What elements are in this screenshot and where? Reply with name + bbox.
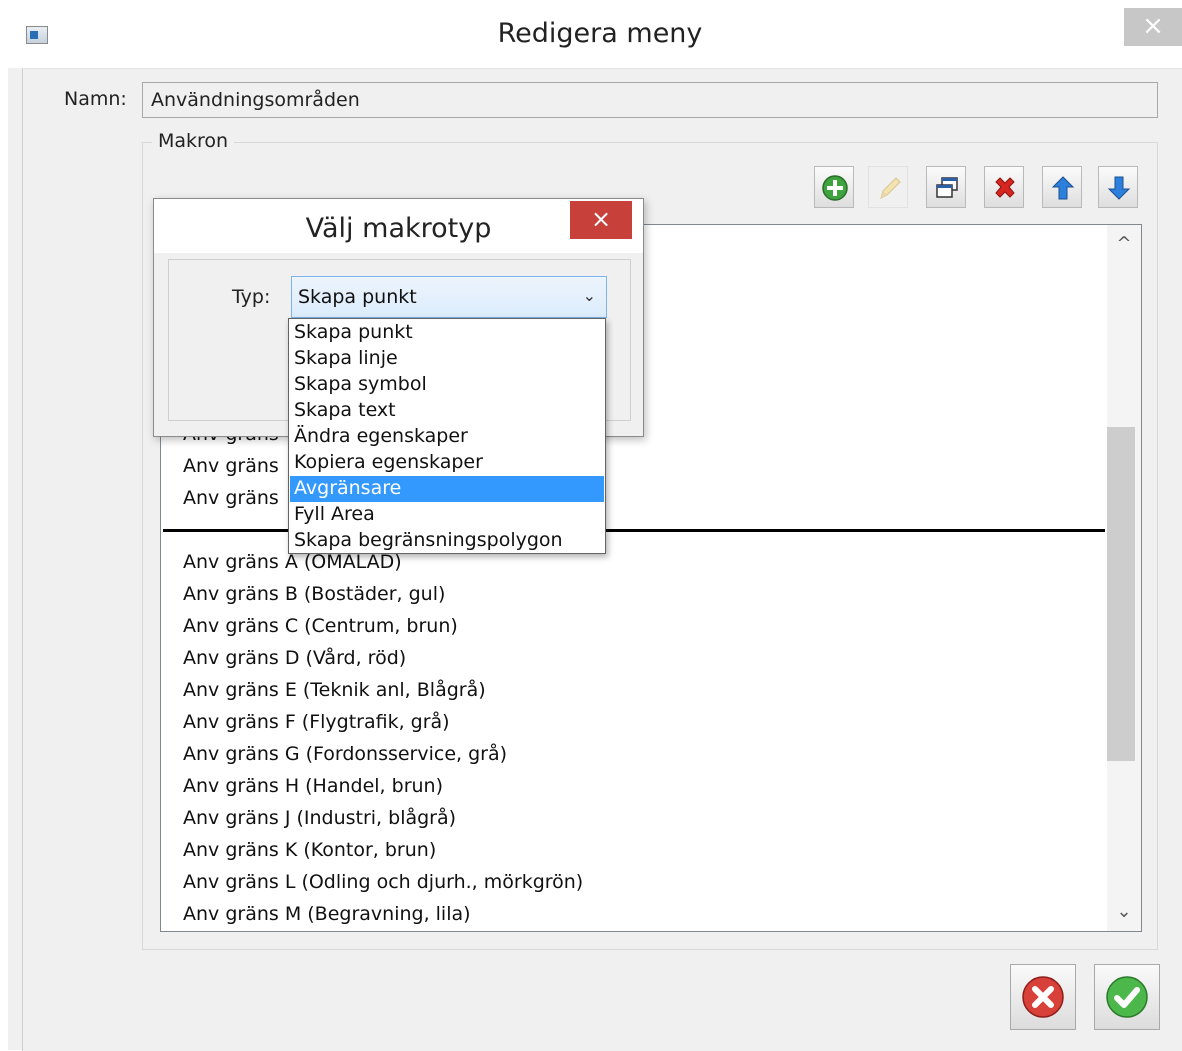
duplicate-window-icon bbox=[936, 177, 958, 198]
list-scrollbar[interactable]: ^ ⌄ bbox=[1107, 225, 1141, 931]
list-item[interactable]: Anv gräns bbox=[183, 455, 279, 477]
name-input[interactable]: Användningsområden bbox=[142, 82, 1158, 118]
dropdown-option[interactable]: Skapa text bbox=[290, 398, 604, 424]
move-up-arrow-icon bbox=[1051, 176, 1075, 200]
type-dropdown-list[interactable]: Skapa punkt Skapa linje Skapa symbol Ska… bbox=[288, 318, 606, 554]
delete-x-icon bbox=[995, 177, 1015, 198]
list-item[interactable]: Anv gräns K (Kontor, brun) bbox=[183, 839, 436, 861]
list-item[interactable]: Anv gräns L (Odling och djurh., mörkgrön… bbox=[183, 871, 583, 893]
dialog-titlebar: Välj makrotyp × bbox=[154, 199, 643, 253]
list-item[interactable]: Anv gräns G (Fordonsservice, grå) bbox=[183, 743, 507, 765]
name-label: Namn: bbox=[64, 88, 127, 110]
move-down-arrow-icon bbox=[1107, 176, 1131, 200]
window-close-button[interactable]: × bbox=[1124, 8, 1182, 46]
list-item[interactable]: Anv gräns bbox=[183, 487, 279, 509]
cancel-button[interactable] bbox=[1010, 964, 1076, 1030]
delete-macro-button[interactable] bbox=[984, 166, 1024, 208]
window-frame-left bbox=[0, 68, 8, 1050]
dropdown-option[interactable]: Skapa symbol bbox=[290, 372, 604, 398]
list-item[interactable]: Anv gräns H (Handel, brun) bbox=[183, 775, 443, 797]
edit-pencil-icon bbox=[880, 177, 901, 199]
list-item[interactable]: Anv gräns B (Bostäder, gul) bbox=[183, 583, 445, 605]
dropdown-option[interactable]: Skapa punkt bbox=[290, 320, 604, 346]
dropdown-option[interactable]: Skapa begränsningspolygon bbox=[290, 528, 604, 554]
move-down-button[interactable] bbox=[1098, 166, 1138, 208]
type-label: Typ: bbox=[232, 286, 271, 308]
window-titlebar: Redigera meny × bbox=[0, 0, 1182, 68]
ok-green-check-icon bbox=[1106, 976, 1148, 1018]
list-item[interactable]: Anv gräns A (OMALAD) bbox=[183, 551, 402, 573]
type-combobox-value: Skapa punkt bbox=[298, 286, 417, 308]
window-title: Redigera meny bbox=[497, 18, 703, 49]
edit-macro-button[interactable] bbox=[868, 166, 908, 208]
main-window: Redigera meny × Namn: Användningsområden… bbox=[0, 0, 1182, 1051]
macros-group-label: Makron bbox=[152, 130, 235, 152]
scroll-up-button[interactable]: ^ bbox=[1107, 227, 1141, 261]
list-item[interactable]: Anv gräns M (Begravning, lila) bbox=[183, 903, 471, 925]
chevron-down-icon: ⌄ bbox=[582, 286, 596, 305]
list-item[interactable]: Anv gräns E (Teknik anl, Blågrå) bbox=[183, 679, 486, 701]
list-item[interactable]: Anv gräns F (Flygtrafik, grå) bbox=[183, 711, 450, 733]
dropdown-option[interactable]: Fyll Area bbox=[290, 502, 604, 528]
dropdown-option-highlighted[interactable]: Avgränsare bbox=[290, 476, 604, 502]
scroll-down-button[interactable]: ⌄ bbox=[1107, 895, 1141, 929]
move-up-button[interactable] bbox=[1042, 166, 1082, 208]
add-icon bbox=[822, 175, 848, 201]
ok-button[interactable] bbox=[1094, 964, 1160, 1030]
dropdown-option[interactable]: Kopiera egenskaper bbox=[290, 450, 604, 476]
type-combobox[interactable]: Skapa punkt ⌄ bbox=[291, 276, 607, 318]
add-macro-button[interactable] bbox=[814, 166, 854, 208]
cancel-red-x-icon bbox=[1022, 976, 1064, 1018]
scroll-thumb[interactable] bbox=[1107, 427, 1135, 761]
list-item[interactable]: Anv gräns D (Vård, röd) bbox=[183, 647, 406, 669]
dropdown-option[interactable]: Skapa linje bbox=[290, 346, 604, 372]
dialog-close-button[interactable]: × bbox=[570, 201, 632, 239]
duplicate-macro-button[interactable] bbox=[926, 166, 966, 208]
list-item[interactable]: Anv gräns C (Centrum, brun) bbox=[183, 615, 458, 637]
dropdown-option[interactable]: Ändra egenskaper bbox=[290, 424, 604, 450]
list-item[interactable]: Anv gräns J (Industri, blågrå) bbox=[183, 807, 456, 829]
